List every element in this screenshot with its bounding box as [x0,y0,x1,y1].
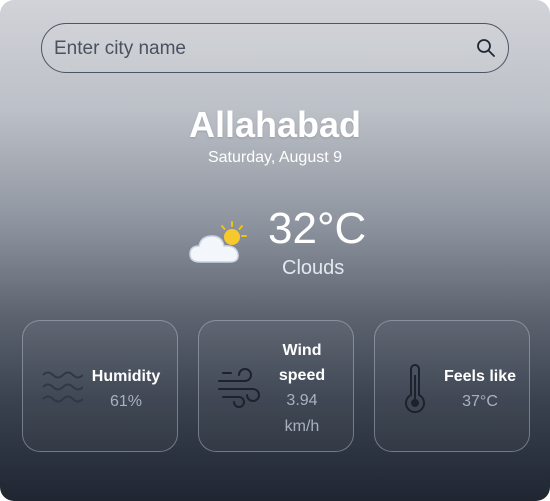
humidity-label: Humidity [91,368,161,385]
weather-condition: Clouds [282,257,345,279]
partly-cloudy-icon [189,221,247,263]
wind-label-line2: speed [278,367,326,384]
city-name: Allahabad [188,104,362,145]
feels-like-label: Feels like [443,368,517,385]
city-search-input[interactable] [52,32,466,66]
search-icon[interactable] [476,38,496,58]
wind-speed-tile: Wind speed 3.94 km/h [198,320,354,452]
wind-value: 3.94 [286,392,318,409]
feels-like-value: 37°C [462,393,498,410]
humidity-tile: Humidity 61% [22,320,178,452]
weather-card: Allahabad Saturday, August 9 32°C Clouds… [0,0,550,501]
wind-unit: km/h [284,418,320,435]
feels-like-tile: Feels like 37°C [374,320,530,452]
thermometer-icon [405,364,425,414]
wind-icon [218,368,260,408]
current-date: Saturday, August 9 [207,149,342,166]
humidity-waves-icon [42,371,83,403]
wind-label-line1: Wind [282,342,322,359]
search-bar [41,23,509,73]
temperature: 32°C [268,204,367,253]
humidity-value: 61% [109,393,143,410]
